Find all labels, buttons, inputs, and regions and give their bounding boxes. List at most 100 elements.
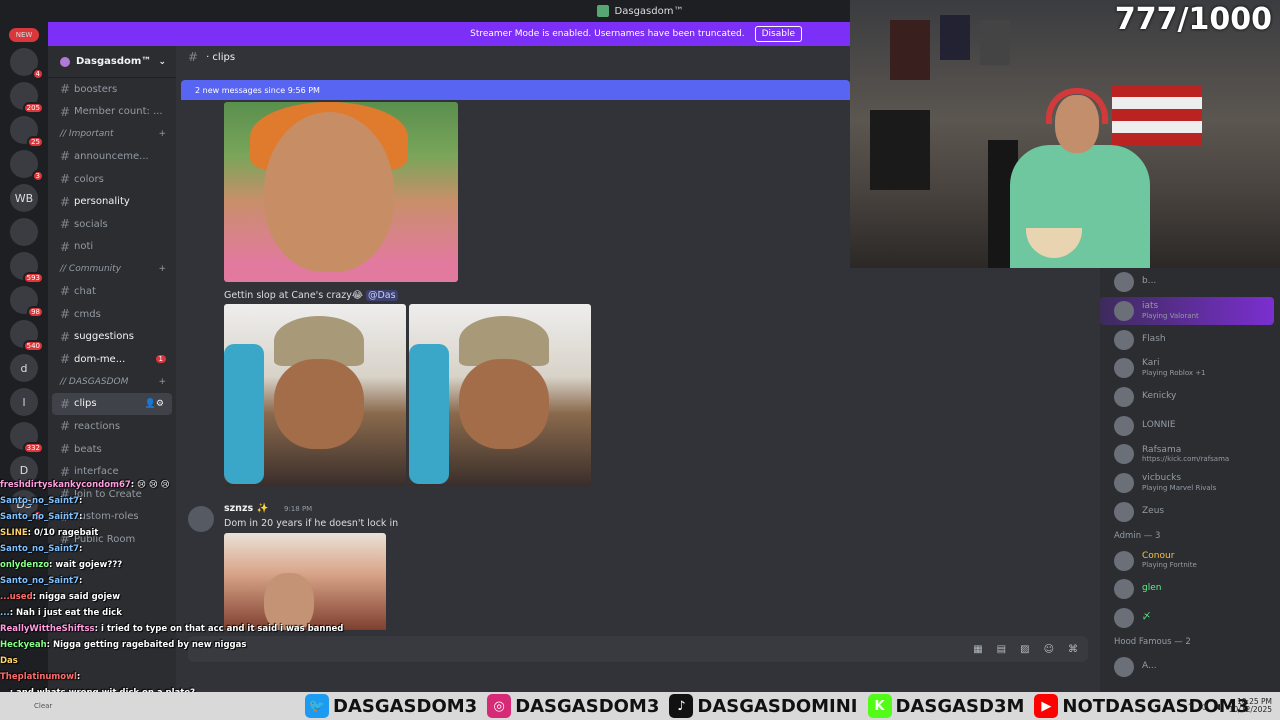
member-item[interactable]: 〆 xyxy=(1100,604,1280,633)
member-item[interactable]: iats Playing Valorant xyxy=(1100,296,1274,326)
chat-text: : xyxy=(79,496,83,506)
member-item[interactable]: Zeus xyxy=(1100,498,1280,527)
mention-badge: 25 xyxy=(27,136,44,148)
chat-text: : i tried to type on that acc and it sai… xyxy=(94,624,344,634)
channel-item[interactable]: # announceme... xyxy=(48,145,176,168)
message-image-attachment[interactable] xyxy=(409,304,591,486)
channel-item[interactable]: # suggestions xyxy=(48,325,176,348)
chat-text: : xyxy=(79,576,83,586)
server-icon[interactable]: 25 xyxy=(10,116,44,148)
channel-settings-icon[interactable]: 👤⚙ xyxy=(145,399,164,409)
message-input[interactable]: ▦ ▤ ▨ ☺ ⌘ xyxy=(188,636,1088,662)
emoji-icon[interactable]: ☺ xyxy=(1044,644,1054,655)
member-item[interactable]: Flash xyxy=(1100,325,1280,354)
channel-name: announceme... xyxy=(74,150,149,162)
channel-item[interactable]: # clips 👤⚙ xyxy=(52,392,172,416)
channel-category[interactable]: // Important + xyxy=(48,123,176,145)
chat-message: ...used: nigga said gojew xyxy=(0,592,300,608)
chat-message: Santo_no_Saint7: xyxy=(0,512,300,528)
volume-icon[interactable]: ◖ xyxy=(1217,702,1221,711)
clear-button[interactable]: Clear xyxy=(4,692,84,720)
wifi-icon[interactable]: ◔ xyxy=(1202,702,1209,711)
user-mention[interactable]: @Das xyxy=(365,290,398,301)
channel-item[interactable]: # dom-me... 1 xyxy=(48,348,176,371)
chat-username: Heckyeah xyxy=(0,640,47,650)
chat-message: Heckyeah: Nigga getting ragebaited by ne… xyxy=(0,640,300,656)
avatar xyxy=(1114,607,1134,628)
channel-name: boosters xyxy=(74,83,118,95)
chevron-up-icon[interactable]: ⌃ xyxy=(1187,702,1194,711)
server-icon[interactable] xyxy=(10,218,38,246)
server-icon[interactable]: 593 xyxy=(10,252,44,284)
sticker-icon[interactable]: ▨ xyxy=(1020,644,1029,655)
channel-item[interactable]: # colors xyxy=(48,168,176,191)
channel-item[interactable]: # personality xyxy=(48,190,176,213)
disable-streamer-mode-button[interactable]: Disable xyxy=(754,26,802,42)
add-channel-icon[interactable]: + xyxy=(158,377,166,387)
message-image-attachment[interactable] xyxy=(224,304,406,486)
chat-text: : 0/10 ragebait xyxy=(27,528,99,538)
server-icon[interactable]: 4 xyxy=(10,48,44,80)
chat-text: : nigga said gojew xyxy=(32,592,121,602)
server-icon[interactable]: 205 xyxy=(10,82,44,114)
member-activity: Playing Roblox +1 xyxy=(1142,369,1206,378)
member-item[interactable]: Rafsama https://kick.com/rafsama xyxy=(1100,440,1280,469)
chat-text: : wait gojew??? xyxy=(49,560,123,570)
member-item[interactable]: glen xyxy=(1100,575,1280,604)
channel-name: cmds xyxy=(74,308,101,320)
member-item[interactable]: vicbucks Playing Marvel Rivals xyxy=(1100,469,1280,498)
server-header[interactable]: Dasgasdom™ ⌄ xyxy=(48,46,176,78)
member-item[interactable]: Kari Playing Roblox +1 xyxy=(1100,354,1280,383)
chat-text: : Nigga getting ragebaited by new niggas xyxy=(46,640,247,650)
new-messages-bar[interactable]: 2 new messages since 9:56 PM xyxy=(181,80,850,100)
chat-username: ... xyxy=(0,608,10,618)
member-item[interactable]: Conour Playing Fortnite xyxy=(1100,546,1280,575)
apps-icon[interactable]: ⌘ xyxy=(1068,644,1078,655)
hash-icon: # xyxy=(60,82,71,97)
channel-item[interactable]: # noti xyxy=(48,236,176,259)
channel-item[interactable]: # beats xyxy=(48,438,176,461)
channel-item[interactable]: # Member count: ... xyxy=(48,101,176,124)
hash-icon: # xyxy=(60,442,71,457)
gift-icon[interactable]: ▦ xyxy=(973,644,982,655)
social-handle-text: DASGASDOM3 xyxy=(515,695,660,717)
mention-badge: 540 xyxy=(22,340,44,352)
server-icon[interactable]: 540 xyxy=(10,320,44,352)
app-icon xyxy=(596,5,609,17)
member-item[interactable]: b... xyxy=(1100,268,1280,297)
channel-item[interactable]: # socials xyxy=(48,213,176,236)
add-channel-icon[interactable]: + xyxy=(158,129,166,139)
chat-text: : Nah i just eat the dick xyxy=(9,608,122,618)
channel-item[interactable]: # chat xyxy=(48,280,176,303)
server-icon[interactable]: 98 xyxy=(10,286,44,318)
server-icon[interactable]: 3 xyxy=(10,150,44,182)
add-channel-icon[interactable]: + xyxy=(158,264,166,274)
channel-item[interactable]: # boosters xyxy=(48,78,176,101)
message-image-attachment[interactable] xyxy=(224,102,458,282)
avatar xyxy=(1114,387,1134,408)
channel-item[interactable]: # cmds xyxy=(48,303,176,326)
member-item[interactable]: A... xyxy=(1100,652,1280,681)
channel-category[interactable]: // DASGASDOM + xyxy=(48,371,176,393)
server-icon[interactable]: NEW xyxy=(9,28,39,42)
hash-icon: # xyxy=(60,464,71,479)
server-icon[interactable]: WB xyxy=(10,184,38,212)
message-composer: ▦ ▤ ▨ ☺ ⌘ xyxy=(176,630,1100,692)
hash-icon: # xyxy=(60,194,71,209)
gif-icon[interactable]: ▤ xyxy=(997,644,1006,655)
member-item[interactable]: Kenicky xyxy=(1100,383,1280,412)
member-activity: Playing Valorant xyxy=(1142,311,1199,320)
system-tray: ⌃ ◔ ◖ 10:25 PM 10/12/2025 xyxy=(1104,692,1280,720)
youtube-icon: ▶ xyxy=(1034,694,1059,718)
channel-category[interactable]: // Community + xyxy=(48,258,176,280)
social-handle: 🐦 DASGASDOM3 xyxy=(305,694,477,718)
server-icon[interactable]: d xyxy=(10,354,38,382)
hash-icon: # xyxy=(60,239,71,254)
hash-icon: # xyxy=(60,217,71,232)
server-icon[interactable]: l xyxy=(10,388,38,416)
member-item[interactable]: LONNIE xyxy=(1100,411,1280,440)
channel-item[interactable]: # reactions xyxy=(48,415,176,438)
server-icon[interactable]: 332 xyxy=(10,422,44,454)
channel-name: personality xyxy=(74,196,130,208)
clock[interactable]: 10:25 PM 10/12/2025 xyxy=(1229,697,1272,715)
